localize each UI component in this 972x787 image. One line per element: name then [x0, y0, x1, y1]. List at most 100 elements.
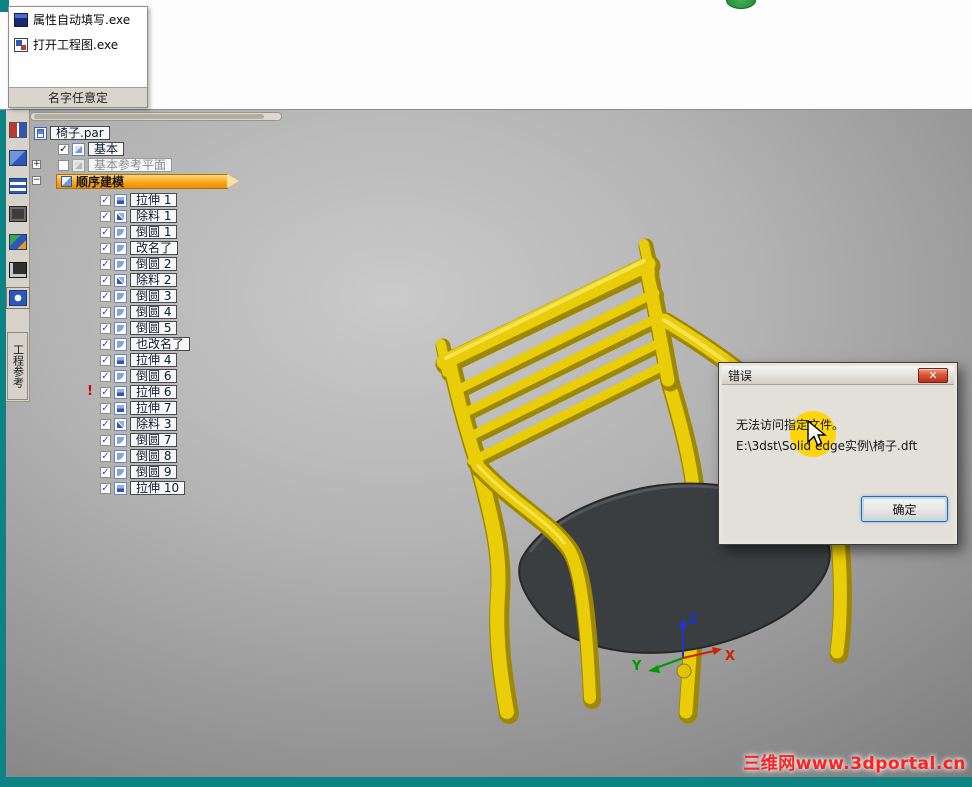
collapse-minus-icon[interactable]: −	[32, 176, 41, 185]
feature-checkbox[interactable]: ✓	[100, 274, 111, 286]
customize-icon[interactable]	[8, 262, 27, 278]
sensors-icon[interactable]	[8, 206, 27, 222]
feature-checkbox[interactable]: ✓	[100, 226, 111, 238]
feature-icon-extrude	[114, 401, 127, 415]
feature-label[interactable]: 倒圆 2	[130, 257, 178, 271]
feature-row[interactable]: ✓ 倒圆 7	[100, 433, 310, 447]
feature-icon-extrude	[114, 481, 127, 495]
node-label[interactable]: 基本参考平面	[88, 158, 173, 172]
feature-row[interactable]: ✓ 拉伸 7	[100, 401, 310, 415]
tree-scrollbar-horizontal[interactable]	[30, 112, 282, 121]
engineering-reference-tab[interactable]: 工程参考	[7, 332, 28, 400]
tree-root-row[interactable]: 椅子.par	[30, 126, 310, 140]
feature-row[interactable]: ✓ 除料 3	[100, 417, 310, 431]
layers-icon[interactable]	[8, 178, 27, 194]
feature-row[interactable]: ✓ 拉伸 4	[100, 353, 310, 367]
tree-node-reference-planes[interactable]: + 基本参考平面	[30, 158, 310, 172]
base-icon	[72, 142, 85, 156]
feature-label[interactable]: 拉伸 10	[130, 481, 186, 495]
feature-row[interactable]: ✓ 倒圆 3	[100, 289, 310, 303]
feature-label[interactable]: 改名了	[130, 241, 179, 255]
feature-row[interactable]: ✓ 倒圆 4	[100, 305, 310, 319]
feature-list: ✓ 拉伸 1 ✓ 除料 1 ✓ 倒圆 1 ✓ 改名了 ✓ 倒圆 2 ✓ 除料 2 ✓ 倒圆 3 ✓ 倒圆 4 ✓…	[30, 193, 310, 495]
feature-label[interactable]: 拉伸 7	[130, 401, 178, 415]
feature-row[interactable]: ! ✓ 拉伸 6	[87, 384, 310, 399]
feature-checkbox[interactable]: ✓	[100, 450, 111, 462]
feature-icon-cutout	[114, 273, 127, 287]
playback-icon[interactable]	[8, 234, 27, 250]
feature-checkbox[interactable]: ✓	[100, 418, 111, 430]
part-document-icon	[34, 126, 47, 140]
feature-label[interactable]: 倒圆 6	[130, 369, 178, 383]
feature-checkbox[interactable]: ✓	[100, 482, 111, 494]
launcher-item-open-drawing[interactable]: 打开工程图.exe	[9, 32, 147, 57]
close-button[interactable]: ✕	[918, 367, 948, 383]
launcher-panel: 属性自动填写.exe 打开工程图.exe 名字任意定	[8, 6, 148, 108]
expand-plus-icon[interactable]: +	[32, 160, 41, 169]
feature-checkbox[interactable]: ✓	[100, 194, 111, 206]
feature-label[interactable]: 除料 1	[130, 209, 178, 223]
feature-checkbox[interactable]: ✓	[100, 242, 111, 254]
feature-checkbox[interactable]: ✓	[100, 322, 111, 334]
dialog-titlebar[interactable]: 错误 ✕	[722, 366, 954, 385]
close-icon: ✕	[928, 368, 938, 382]
family-table-icon[interactable]	[8, 150, 27, 166]
node-label[interactable]: 基本	[88, 142, 125, 156]
feature-label[interactable]: 也改名了	[130, 337, 191, 351]
feature-checkbox[interactable]: ✓	[100, 466, 111, 478]
feature-row[interactable]: ✓ 除料 2	[100, 273, 310, 287]
feature-row[interactable]: ✓ 倒圆 8	[100, 449, 310, 463]
feature-row[interactable]: ✓ 改名了	[100, 241, 310, 255]
feature-label[interactable]: 拉伸 4	[130, 353, 178, 367]
feature-checkbox[interactable]: ✓	[100, 258, 111, 270]
dialog-message: 无法访问指定文件。 E:\3dst\Solid edge实例\椅子.dft	[722, 385, 954, 457]
feature-label[interactable]: 倒圆 5	[130, 321, 178, 335]
feature-label[interactable]: 拉伸 1	[130, 193, 178, 207]
ordered-modeling-bar[interactable]: 顺序建模	[56, 174, 239, 189]
launcher-item-label: 打开工程图.exe	[33, 38, 119, 52]
feature-row[interactable]: ✓ 也改名了	[100, 337, 310, 351]
feature-row[interactable]: ✓ 倒圆 6	[100, 369, 310, 383]
pathfinder-icon[interactable]	[8, 122, 27, 138]
feature-icon-extrude	[114, 353, 127, 367]
feature-checkbox[interactable]: ✓	[100, 402, 111, 414]
feature-row[interactable]: ✓ 拉伸 1	[100, 193, 310, 207]
feature-row[interactable]: ✓ 拉伸 10	[100, 481, 310, 495]
error-mark: !	[87, 384, 93, 399]
launcher-item-label: 属性自动填写.exe	[33, 13, 131, 27]
feature-row[interactable]: ✓ 倒圆 9	[100, 465, 310, 479]
feature-checkbox[interactable]: ✓	[100, 338, 111, 350]
feature-label[interactable]: 倒圆 9	[130, 465, 178, 479]
node-checkbox-checked[interactable]: ✓	[58, 143, 69, 155]
feature-icon-extrude	[114, 385, 127, 399]
feature-label[interactable]: 倒圆 3	[130, 289, 178, 303]
ok-button[interactable]: 确定	[861, 496, 948, 522]
feature-checkbox[interactable]: ✓	[100, 386, 111, 398]
launcher-item-auto-fill[interactable]: 属性自动填写.exe	[9, 7, 147, 32]
tree-root-label[interactable]: 椅子.par	[50, 126, 110, 140]
feature-checkbox[interactable]: ✓	[100, 210, 111, 222]
app-window-icon	[14, 12, 28, 27]
feature-checkbox[interactable]: ✓	[100, 370, 111, 382]
feature-label[interactable]: 除料 3	[130, 417, 178, 431]
feature-row[interactable]: ✓ 倒圆 1	[100, 225, 310, 239]
feature-checkbox[interactable]: ✓	[100, 290, 111, 302]
node-checkbox-unchecked[interactable]	[58, 159, 69, 171]
engineering-reference-icon[interactable]	[5, 287, 30, 309]
scrollbar-thumb[interactable]	[34, 114, 264, 119]
feature-label[interactable]: 拉伸 6	[130, 385, 178, 399]
feature-checkbox[interactable]: ✓	[100, 306, 111, 318]
feature-checkbox[interactable]: ✓	[100, 354, 111, 366]
feature-row[interactable]: ✓ 除料 1	[100, 209, 310, 223]
feature-row[interactable]: ✓ 倒圆 2	[100, 257, 310, 271]
feature-icon-round	[114, 465, 127, 479]
feature-checkbox[interactable]: ✓	[100, 434, 111, 446]
feature-label[interactable]: 倒圆 4	[130, 305, 178, 319]
feature-icon-round	[114, 305, 127, 319]
feature-label[interactable]: 倒圆 1	[130, 225, 178, 239]
feature-label[interactable]: 倒圆 7	[130, 433, 178, 447]
feature-label[interactable]: 除料 2	[130, 273, 178, 287]
feature-label[interactable]: 倒圆 8	[130, 449, 178, 463]
tree-node-base[interactable]: ✓ 基本	[30, 142, 310, 156]
feature-row[interactable]: ✓ 倒圆 5	[100, 321, 310, 335]
